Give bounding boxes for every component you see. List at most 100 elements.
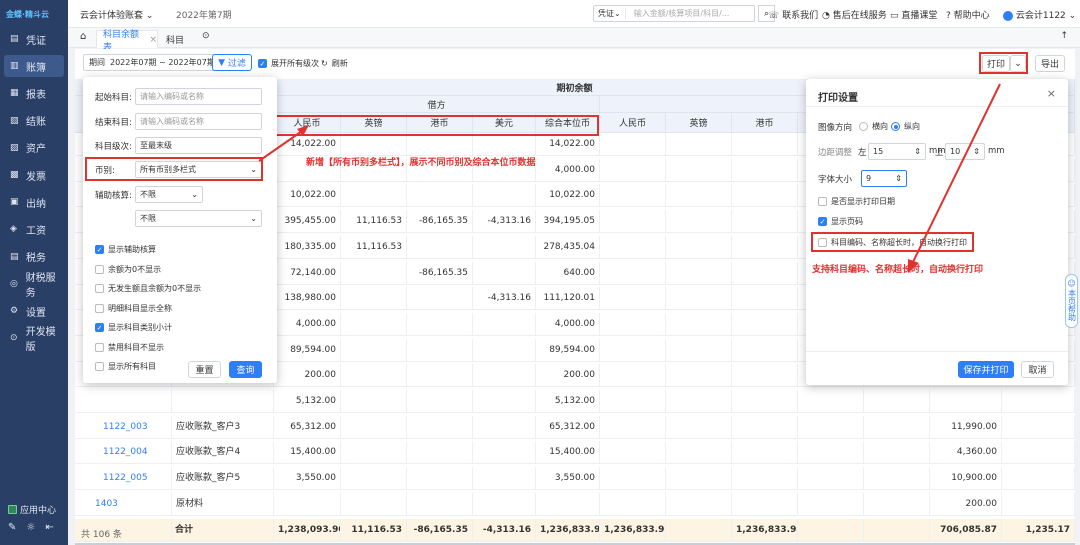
close-icon[interactable]: × (1047, 87, 1056, 100)
arrow-up-icon[interactable]: ↑ (1060, 31, 1068, 41)
tab-subjects[interactable]: 科目 (166, 33, 184, 46)
sidebar-item-7[interactable]: ◈ 工资 (4, 218, 64, 240)
table-row[interactable]: 1122_005 应收账款_客户5 3,550.00 3,550.00 10,900.0… (75, 467, 1075, 491)
filter-option-checkbox[interactable]: 余额为0不显示 (95, 264, 161, 275)
app-center[interactable]: 应用中心 (8, 503, 56, 516)
aux-select[interactable]: 不限 ⌄ (135, 186, 203, 203)
user-menu[interactable]: 云会计1122 ⌄ (1003, 8, 1076, 21)
more-tabs-icon[interactable]: ⊙ (202, 31, 210, 41)
save-and-print-button[interactable]: 保存并打印 (958, 361, 1014, 378)
invoice-icon: ▩ (10, 170, 19, 180)
currency-select[interactable]: 所有币别多栏式 ⌄ (135, 161, 262, 178)
search-input[interactable]: 输入金额/核算项目/科目/... (626, 8, 730, 19)
search-type-select[interactable]: 凭证⌄ (594, 8, 626, 19)
level-select[interactable]: 至最末级 (135, 137, 262, 154)
filter-option-label: 显示所有科目 (108, 362, 156, 371)
cell-rmb: 200.00 (274, 364, 341, 388)
sidebar-item-label: 账簿 (26, 62, 46, 74)
filter-option-checkbox[interactable]: 禁用科目不显示 (95, 342, 164, 353)
collapse-icon[interactable]: ⇤ (45, 522, 53, 533)
filter-button[interactable]: ▼ 过滤 (212, 54, 252, 71)
table-row[interactable]: 1122_004 应收账款_客户4 15,400.00 15,400.00 4,360.… (75, 441, 1075, 465)
live-class-link[interactable]: ▭ 直播课堂 (890, 8, 937, 21)
sidebar-item-4[interactable]: ▨ 资产 (4, 137, 64, 159)
filter-option-checkbox[interactable]: ✓ 显示科目类别小计 (95, 322, 172, 333)
sidebar-item-9[interactable]: ◎ 财税服务 (4, 273, 64, 299)
filter-option-checkbox[interactable]: 显示所有科目 (95, 361, 156, 372)
print-button[interactable]: 打印 (982, 55, 1010, 72)
sidebar-item-2[interactable]: ▦ 报表 (4, 82, 64, 104)
refresh-button[interactable]: ↻ 刷新 (321, 58, 348, 69)
close-icon[interactable]: × (149, 35, 157, 45)
divider (806, 351, 1068, 352)
finance-service-icon: ◎ (10, 278, 18, 289)
cell-c_gbp (666, 210, 732, 234)
help-center-link[interactable]: ? 帮助中心 (946, 8, 990, 21)
cell-rmb: 72,140.00 (274, 261, 341, 285)
reset-button[interactable]: 重置 (188, 361, 221, 378)
table-row[interactable]: 1122_003 应收账款_客户3 65,312.00 65,312.00 11,990… (75, 415, 1075, 439)
contact-link[interactable]: ☏ 联系我们 (768, 8, 818, 21)
cell-c_hkd (732, 364, 798, 388)
sidebar-item-3[interactable]: ▧ 结账 (4, 110, 64, 132)
currency-annotation: 新增【所有币别多栏式】，展示不同币别及综合本位币数据 (306, 158, 536, 168)
show-print-date-checkbox[interactable]: 是否显示打印日期 (818, 196, 895, 207)
table-row[interactable]: 1403 原材料 200.00 (75, 492, 1075, 516)
cell-code[interactable]: 1122_005 (75, 467, 172, 491)
cell-c_x2 (864, 390, 930, 413)
after-sales-link[interactable]: ◔ 售后在线服务 (822, 8, 887, 21)
export-button[interactable]: 导出 (1035, 55, 1065, 72)
total-cell-c_gbp (666, 519, 732, 542)
filter-option-checkbox[interactable]: 无发生额且余额为0不显示 (95, 283, 201, 294)
tab-balance-sheet[interactable]: 科目余额表 × (96, 30, 158, 53)
home-icon[interactable]: ⌂ (80, 31, 86, 42)
page-help-tab[interactable]: ☺ 本页帮助 (1065, 274, 1078, 328)
account-selector[interactable]: 云会计体验账套 ⌄ (80, 8, 153, 21)
sidebar-item-1[interactable]: ▥ 账簿 (4, 55, 64, 78)
cell-code[interactable]: 1403 (75, 492, 172, 516)
sidebar-item-0[interactable]: ▤ 凭证 (4, 28, 64, 50)
landscape-radio[interactable]: 横向 (859, 121, 888, 132)
query-button[interactable]: 查询 (229, 361, 262, 378)
cell-gbp (341, 441, 407, 465)
refresh-icon: ↻ (321, 59, 328, 68)
cell-c_hkd (732, 235, 798, 259)
sidebar-item-8[interactable]: ▤ 税务 (4, 246, 64, 268)
end-subject-input[interactable]: 请输入编码或名称 (135, 113, 262, 130)
cell-c_more (1002, 467, 1075, 491)
total-cell-c_rmb: 1,236,833.95 (600, 519, 666, 542)
start-subject-input[interactable]: 请输入编码或名称 (135, 88, 262, 105)
print-options-dropdown[interactable]: ⌄ (1010, 55, 1026, 72)
cell-usd: -4,313.16 (473, 287, 536, 311)
sidebar-item-label: 设置 (26, 307, 46, 319)
chevron-down-icon: ⌄ (1014, 58, 1022, 69)
cell-usd (473, 312, 536, 336)
cell-code[interactable]: 1122_004 (75, 441, 172, 465)
cell-gbp (341, 338, 407, 362)
cell-c_x2 (864, 467, 930, 491)
cell-gbp (341, 390, 407, 413)
cell-total: 394,195.05 (536, 210, 600, 234)
sidebar-item-6[interactable]: ▣ 出纳 (4, 191, 64, 213)
cell-gbp (341, 492, 407, 516)
sidebar-item-11[interactable]: ⊙ 开发模版 (4, 327, 64, 353)
total-cell-c_hkd: 1,236,833.95 (732, 519, 798, 542)
aux-item-select[interactable]: 不限 ⌄ (135, 210, 262, 227)
cancel-button[interactable]: 取消 (1021, 361, 1054, 378)
cell-code[interactable] (75, 390, 172, 413)
filter-option-checkbox[interactable]: 明细科目显示全称 (95, 303, 172, 314)
cell-c_rmb (600, 158, 666, 182)
sidebar-item-5[interactable]: ▩ 发票 (4, 164, 64, 186)
cell-code[interactable]: 1122_003 (75, 415, 172, 439)
theme-icon[interactable]: ☼ (26, 522, 35, 533)
print-label: 打印 (986, 60, 1005, 70)
table-row[interactable]: 5,132.00 5,132.00 (75, 390, 1075, 413)
edit-icon[interactable]: ✎ (8, 522, 16, 533)
header-col-4: 综合本位币 (536, 113, 600, 133)
expand-all-checkbox[interactable]: ✓ 展开所有级次 (258, 58, 319, 69)
sidebar-item-10[interactable]: ⚙ 设置 (4, 300, 64, 322)
cell-c_hkd (732, 210, 798, 234)
filter-option-checkbox[interactable]: ✓ 显示辅助核算 (95, 244, 156, 255)
show-page-number-checkbox[interactable]: ✓ 显示页码 (818, 216, 863, 227)
settings-icon: ⚙ (10, 306, 19, 316)
